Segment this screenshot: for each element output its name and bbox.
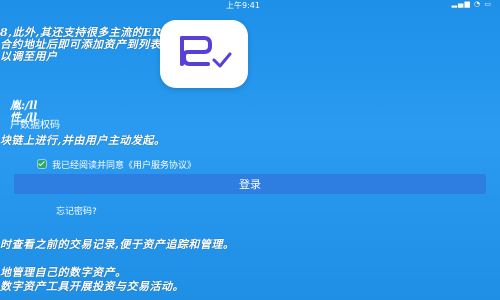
bg-text-line-3: 以调至用户 (0, 50, 58, 63)
forgot-password-link[interactable]: 忘记密码? (56, 204, 97, 217)
status-icons: ▂▄▆ ◔ ▭ (451, 0, 492, 8)
status-bar: 上午9:41 ▂▄▆ ◔ ▭ (0, 0, 500, 10)
app-logo-icon (180, 36, 232, 68)
login-button[interactable]: 登录 (14, 174, 486, 194)
agreement-checkbox[interactable] (38, 160, 46, 168)
password-field[interactable]: 户数据权码 (10, 116, 60, 131)
user-agreement-link[interactable]: 《用户服务协议》 (124, 158, 196, 171)
agreement-row: 我已经阅读并同意 《用户服务协议》 (38, 158, 196, 171)
agreement-text: 我已经阅读并同意 (52, 160, 125, 171)
app-logo (160, 20, 248, 88)
bg-text-line-6: 数字资产工具开展投资与交易活动。 (0, 280, 184, 293)
bg-text-line-4: 时查看之前的交易记录,便于资产追踪和管理。 (0, 238, 235, 251)
nickname-field[interactable]: 性,/ll (10, 106, 490, 124)
status-time: 上午9:41 (226, 1, 260, 10)
bg-text-line-mid: 块链上进行,并由用户主动发起。 (0, 134, 166, 147)
